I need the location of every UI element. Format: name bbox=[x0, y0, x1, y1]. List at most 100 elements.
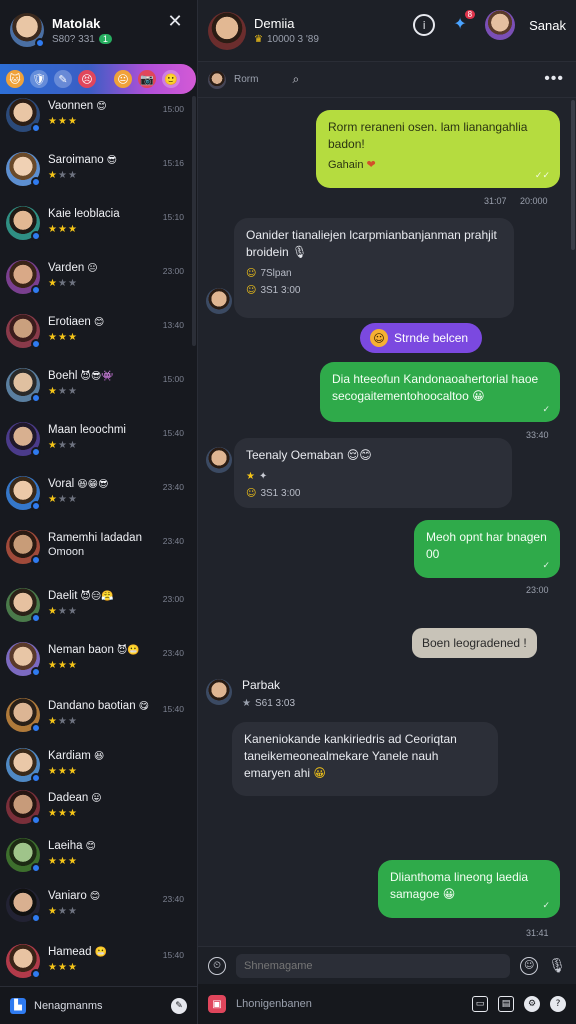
star-icon: ★ bbox=[57, 386, 68, 397]
contact-avatar bbox=[6, 152, 41, 187]
bottom-label: Lhonigenbanen bbox=[236, 998, 312, 1010]
message-bubble-incoming[interactable]: Oanider tianaliejen lcarpmianbanjanman p… bbox=[234, 218, 514, 318]
read-check-icon: ✓✓ bbox=[534, 171, 550, 182]
app-icon[interactable]: ▣ bbox=[208, 995, 226, 1013]
star-icon: ★ bbox=[48, 660, 58, 671]
contact-row[interactable]: Laeiha 😊 ★★★ bbox=[0, 836, 196, 888]
contact-row[interactable]: Vaonnen 😊 ★★★ 15:00 bbox=[0, 96, 196, 148]
star-icon: ★ bbox=[67, 440, 78, 451]
contact-row[interactable]: Erotiaen 😊 ★★★ 13:40 bbox=[0, 312, 196, 364]
star-icon: ★ bbox=[67, 278, 78, 289]
star-icon: ★ bbox=[48, 386, 58, 397]
contact-row[interactable]: Saroimano 😎 ★★★ 15:16 bbox=[0, 150, 196, 202]
more-options-icon[interactable]: ••• bbox=[544, 70, 564, 88]
contact-row[interactable]: Neman baon 😈😬 ★★★ 23:40 bbox=[0, 640, 196, 692]
contact-row[interactable]: Vaniaro 😊 ★★★ 23:40 bbox=[0, 886, 196, 938]
star-icon: ★ bbox=[242, 698, 251, 709]
incoming-header: Parbak ★ S61 3:03 bbox=[242, 678, 295, 709]
star-icon: ★ bbox=[57, 494, 68, 505]
close-icon[interactable]: ✕ bbox=[165, 12, 185, 32]
sender-avatar[interactable] bbox=[206, 679, 232, 705]
filter-face-icon[interactable]: 😣 bbox=[78, 70, 96, 88]
folder-icon[interactable]: ▭ bbox=[472, 996, 488, 1012]
contact-rating: ★★★ bbox=[48, 494, 196, 505]
message-bubble-incoming[interactable]: Teenaly Oemaban 😌😊 ★ ✦ ☺ 3S1 3:00 bbox=[234, 438, 512, 508]
message-text: Dia hteeofun Kandonaoahertorial haoe sec… bbox=[332, 372, 539, 403]
contact-emoji-icon: 😈😎👾 bbox=[80, 370, 114, 382]
contact-avatar bbox=[6, 790, 41, 825]
contact-time: 15:00 bbox=[162, 104, 184, 114]
action-pill[interactable]: ☺ Strnde belcen bbox=[360, 323, 483, 353]
filter-camera-icon[interactable]: 📷 bbox=[138, 70, 156, 88]
filter-edit-icon[interactable]: ✎ bbox=[54, 70, 72, 88]
compose-icon[interactable]: ✎ bbox=[171, 997, 187, 1014]
message-time: 31:41 bbox=[526, 928, 549, 938]
notification-icon[interactable]: ✦ 8 bbox=[449, 10, 476, 36]
star-icon: ★ bbox=[67, 856, 78, 867]
message-meta: 3S1 3:00 bbox=[260, 284, 301, 296]
contact-avatar[interactable] bbox=[208, 11, 246, 50]
sender-avatar[interactable] bbox=[206, 288, 232, 314]
filter-emoji-icon[interactable]: 😐 bbox=[114, 70, 132, 88]
message-extra: Gahain bbox=[328, 158, 364, 171]
star-icon: ★ bbox=[67, 494, 78, 505]
search-icon[interactable]: ⌕ bbox=[292, 72, 299, 87]
message-time-secondary: 20:000 bbox=[520, 196, 548, 206]
notification-count: 8 bbox=[464, 10, 476, 19]
system-notice[interactable]: Boen leogradened ! bbox=[412, 628, 537, 658]
contact-time: 15:00 bbox=[162, 374, 184, 384]
profile-avatar[interactable] bbox=[485, 10, 516, 40]
contact-row[interactable]: Varden 😐 ★★★ 23:00 bbox=[0, 258, 196, 310]
settings-icon[interactable]: ⚙ bbox=[524, 996, 540, 1012]
sidebar-scrollbar[interactable] bbox=[192, 96, 196, 346]
info-icon[interactable]: i bbox=[413, 14, 436, 36]
star-icon: ★ bbox=[57, 116, 68, 127]
contact-row[interactable]: Ramemhi Iadadan Omoon 23:40 bbox=[0, 528, 196, 580]
contact-row[interactable]: Dadean 😛 ★★★ bbox=[0, 788, 196, 840]
window-icon[interactable]: ▤ bbox=[498, 996, 514, 1012]
message-bubble-outgoing[interactable]: Meoh opnt har bnagen 00 ✓ bbox=[414, 520, 560, 578]
filter-smile-icon[interactable]: 🙂 bbox=[162, 70, 180, 88]
contact-time: 23:40 bbox=[162, 536, 184, 546]
contact-rating: ★★★ bbox=[48, 606, 196, 617]
filter-cat-icon[interactable]: 🐱 bbox=[6, 70, 24, 88]
message-bubble-outgoing[interactable]: Dlianthoma lineong laedia samagoe 😀 ✓ bbox=[378, 860, 560, 918]
star-icon: ★ bbox=[57, 660, 68, 671]
star-icon: ★ bbox=[48, 332, 58, 343]
message-input[interactable] bbox=[236, 953, 511, 978]
message-bubble-outgoing[interactable]: Rorm reraneni osen. lam lianangahlia bad… bbox=[316, 110, 560, 188]
attach-icon[interactable]: ⏲ bbox=[208, 956, 226, 975]
message-bubble-outgoing[interactable]: Dia hteeofun Kandonaoahertorial haoe sec… bbox=[320, 362, 560, 422]
system-notice-label: Boen leogradened ! bbox=[422, 636, 527, 650]
contact-emoji-icon: 😬 bbox=[94, 946, 107, 958]
message-bubble-incoming[interactable]: Kaneniokande kankiriedris ad Ceoriqtan t… bbox=[232, 722, 498, 796]
contact-emoji-icon: 😊 bbox=[96, 100, 107, 112]
contact-name: Daelit bbox=[48, 590, 78, 602]
help-icon[interactable]: ? bbox=[550, 996, 566, 1012]
sender-avatar[interactable] bbox=[206, 447, 232, 473]
contact-rating: ★★★ bbox=[48, 332, 196, 343]
emoji-picker-icon[interactable]: ☺ bbox=[520, 956, 539, 975]
contact-name: Neman baon bbox=[48, 644, 114, 656]
contact-emoji-icon: 😛 bbox=[91, 792, 102, 804]
chat-scrollbar[interactable] bbox=[571, 100, 575, 250]
contact-name: Dandano baotian bbox=[48, 700, 136, 712]
contact-row[interactable]: Dandano baotian 😋 ★★★ 15:40 bbox=[0, 696, 196, 748]
read-check-icon: ✓ bbox=[542, 561, 550, 572]
contact-avatar bbox=[6, 838, 41, 873]
user-avatar[interactable] bbox=[10, 13, 45, 48]
voice-icon[interactable]: 🎙 bbox=[548, 958, 566, 974]
contact-row[interactable]: Boehl 😈😎👾 ★★★ 15:00 bbox=[0, 366, 196, 418]
contact-name: Saroimano bbox=[48, 154, 104, 166]
contact-name: Dadean bbox=[48, 792, 89, 804]
contact-row[interactable]: Maan leoochmi ★★★ 15:40 bbox=[0, 420, 196, 472]
contact-name: Varden bbox=[48, 262, 85, 274]
contact-row[interactable]: Kaie leoblacia ★★★ 15:10 bbox=[0, 204, 196, 256]
contact-row[interactable]: Daelit 😈😑😤 ★★★ 23:00 bbox=[0, 586, 196, 638]
contact-row[interactable]: Voral 😆😁😎 ★★★ 23:40 bbox=[0, 474, 196, 526]
contact-rating: ★★★ bbox=[48, 660, 196, 671]
message-text: Rorm reraneni osen. lam lianangahlia bad… bbox=[328, 120, 528, 151]
message-sender: Parbak bbox=[242, 678, 281, 692]
star-icon: ★ bbox=[48, 224, 58, 235]
filter-shield-icon[interactable]: 🛡 bbox=[30, 70, 48, 88]
